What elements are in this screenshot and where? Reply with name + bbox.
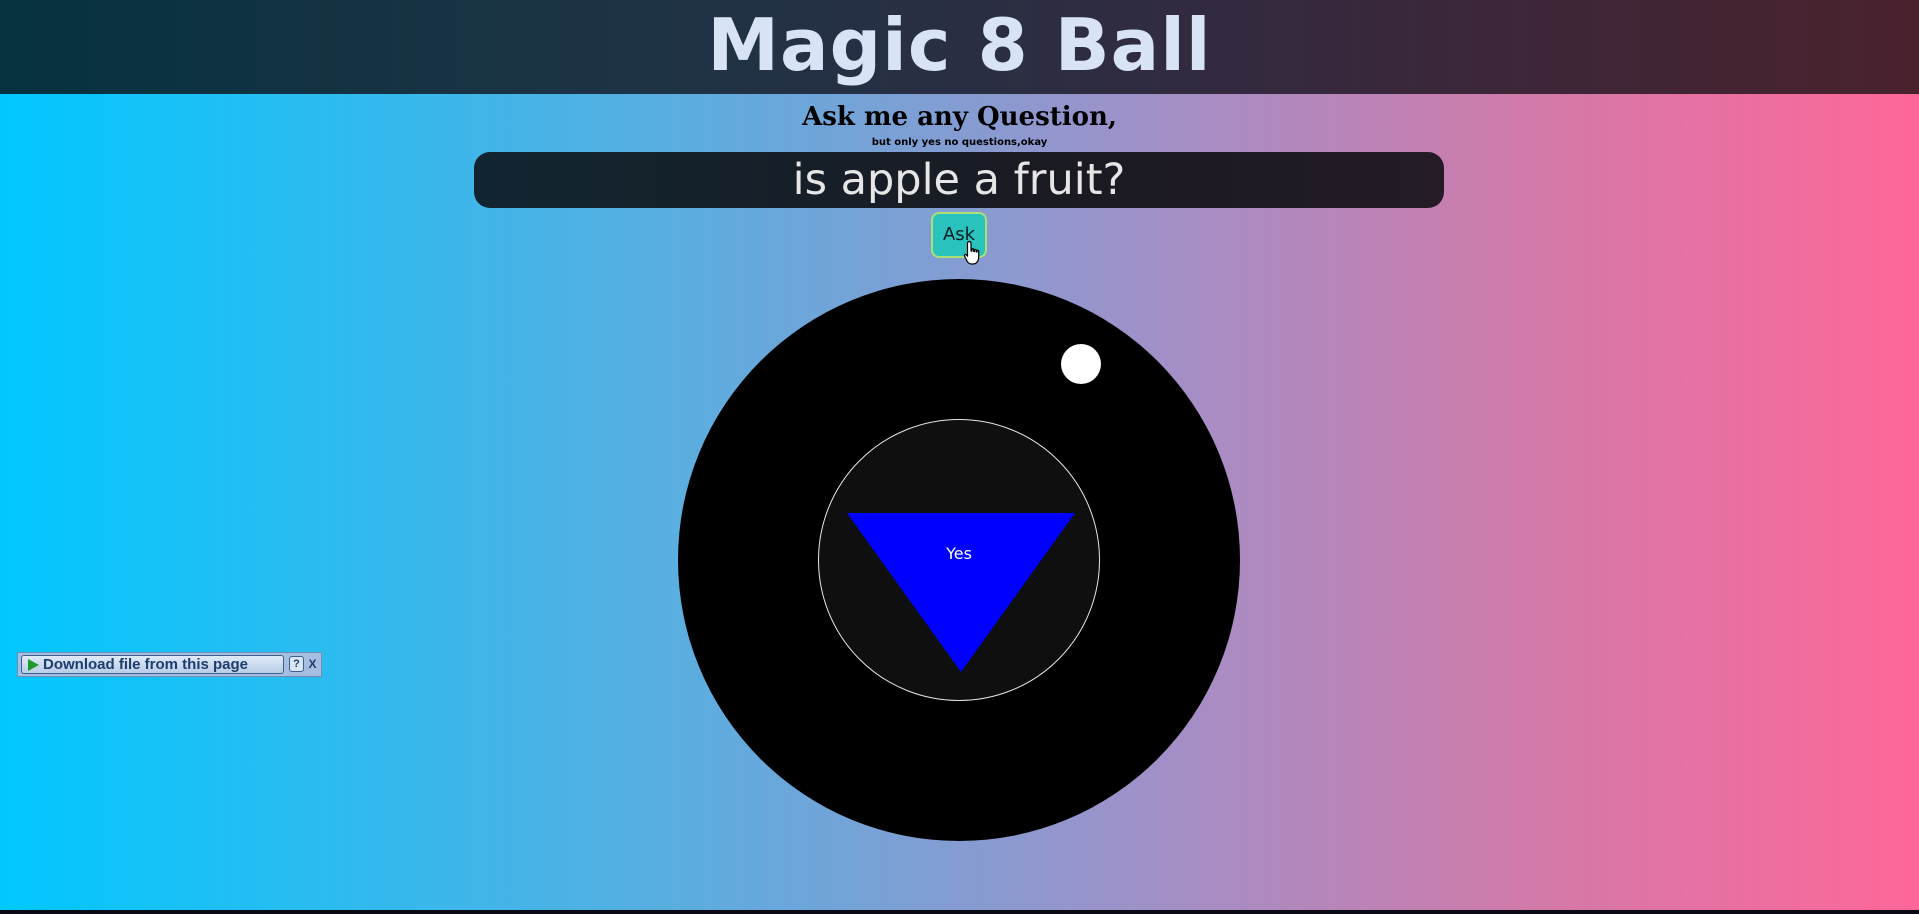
play-icon (28, 658, 39, 671)
app-title: Magic 8 Ball (707, 3, 1212, 87)
answer-triangle (847, 513, 1075, 672)
ball-highlight (1061, 344, 1101, 384)
prompt-subheading: but only yes no questions,okay (871, 137, 1048, 148)
answer-triangle-shape (847, 513, 1075, 672)
help-button[interactable]: ? (289, 656, 304, 672)
download-toolbar: Download file from this page ? X (17, 652, 322, 677)
close-toolbar-button[interactable]: X (306, 656, 319, 672)
answer-text: Yes (946, 544, 972, 563)
question-input[interactable] (474, 152, 1444, 208)
download-file-button[interactable]: Download file from this page (21, 655, 284, 674)
hand-pointer-icon (963, 240, 980, 265)
prompt-heading: Ask me any Question, (802, 102, 1117, 132)
bottom-edge (0, 910, 1919, 914)
download-file-label: Download file from this page (43, 656, 249, 673)
